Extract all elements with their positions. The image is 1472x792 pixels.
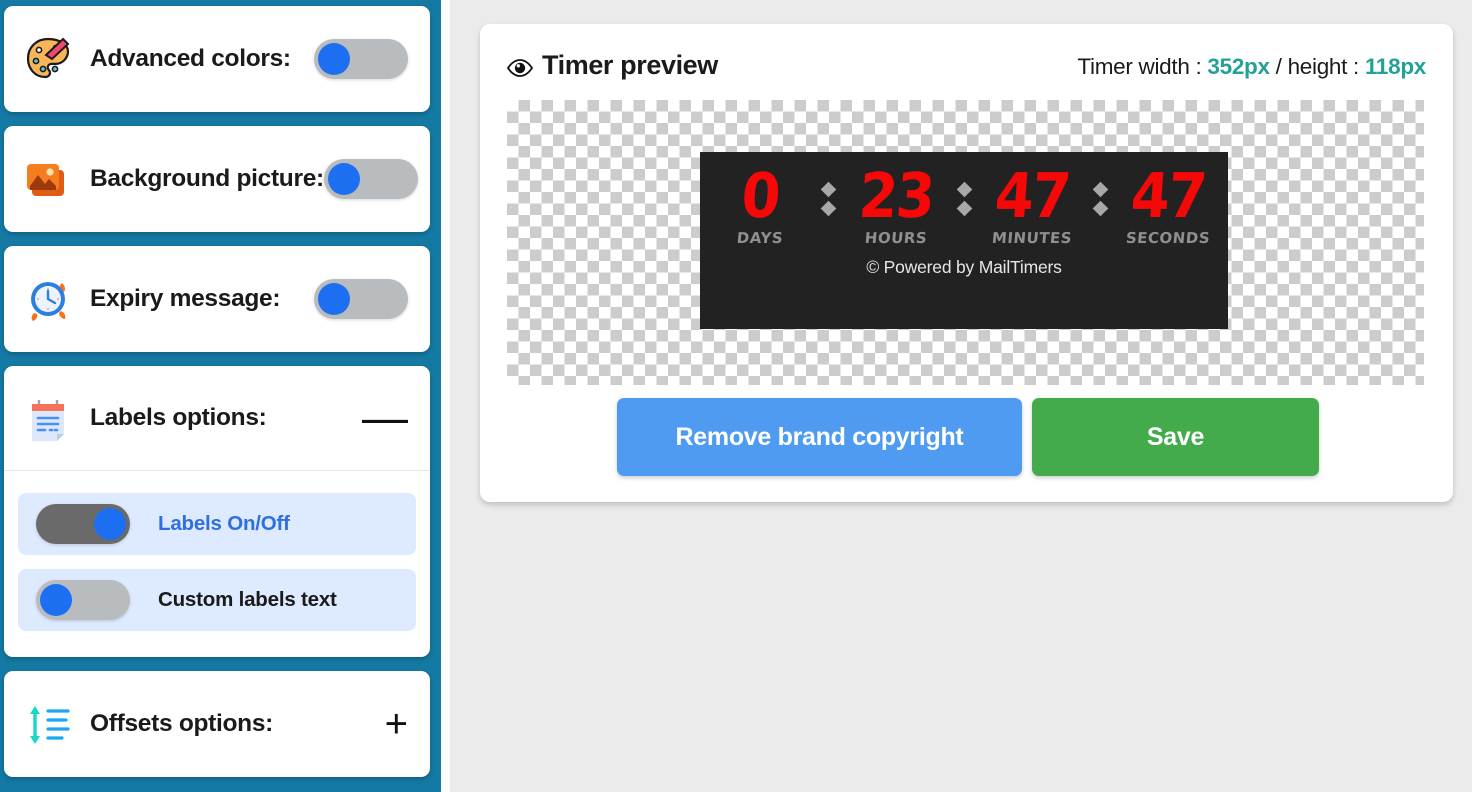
separator-icon xyxy=(813,168,843,217)
action-buttons: Remove brand copyright Save xyxy=(617,398,1319,476)
panel-title: Background picture: xyxy=(90,165,324,192)
panel-header[interactable]: Labels options: — xyxy=(4,366,430,470)
days-label: DAYS xyxy=(736,229,784,248)
remove-brand-copyright-button[interactable]: Remove brand copyright xyxy=(617,398,1022,476)
row-custom-labels-text[interactable]: Custom labels text xyxy=(18,569,416,631)
hours-label: HOURS xyxy=(864,229,928,248)
timer-unit-minutes: 47 MINUTES xyxy=(979,160,1085,248)
countdown-timer: 0 DAYS 23 HOURS 47 MINUTES 47 SECONDS © … xyxy=(700,152,1228,329)
images-icon xyxy=(22,153,74,205)
transparency-stage: 0 DAYS 23 HOURS 47 MINUTES 47 SECONDS © … xyxy=(507,100,1424,385)
timer-width-value: 352px xyxy=(1207,54,1270,79)
toggle-knob xyxy=(40,584,72,616)
app-root: Advanced colors: Background picture: Exp… xyxy=(0,0,1472,792)
row-label: Custom labels text xyxy=(158,588,337,611)
collapse-labels-options-button[interactable]: — xyxy=(362,394,408,441)
sidebar: Advanced colors: Background picture: Exp… xyxy=(0,0,441,792)
toggle-knob xyxy=(94,508,126,540)
offsets-icon xyxy=(22,698,74,750)
toggle-custom-labels-text[interactable] xyxy=(36,580,130,620)
toggle-background-picture[interactable] xyxy=(323,159,418,199)
panel-title: Labels options: xyxy=(90,404,267,431)
panel-title: Offsets options: xyxy=(90,710,274,737)
seconds-label: SECONDS xyxy=(1125,229,1211,248)
timer-digits-row: 0 DAYS 23 HOURS 47 MINUTES 47 SECONDS xyxy=(700,152,1228,247)
eye-icon xyxy=(506,59,534,77)
main-content: Timer preview Timer width : 352px / heig… xyxy=(450,0,1472,792)
minutes-value: 47 xyxy=(992,160,1072,233)
panel-offsets-options[interactable]: Offsets options: + xyxy=(4,671,430,777)
hours-value: 23 xyxy=(856,160,936,233)
preview-header: Timer preview Timer width : 352px / heig… xyxy=(506,50,1426,96)
minutes-label: MINUTES xyxy=(991,229,1073,248)
toggle-expiry-message[interactable] xyxy=(314,279,408,319)
timer-height-value: 118px xyxy=(1364,54,1426,79)
row-label: Labels On/Off xyxy=(158,512,290,535)
panel-title: Expiry message: xyxy=(90,285,281,312)
toggle-knob xyxy=(318,283,350,315)
panel-header[interactable]: Background picture: xyxy=(4,126,430,232)
panel-header[interactable]: Expiry message: xyxy=(4,246,430,352)
panel-header[interactable]: Offsets options: + xyxy=(4,671,430,777)
panel-advanced-colors[interactable]: Advanced colors: xyxy=(4,6,430,112)
panel-title: Advanced colors: xyxy=(90,45,291,72)
dims-prefix: Timer width : xyxy=(1077,54,1208,79)
timer-unit-seconds: 47 SECONDS xyxy=(1115,160,1221,248)
palette-icon xyxy=(22,33,74,85)
alarm-clock-icon xyxy=(22,273,74,325)
toggle-knob xyxy=(318,43,350,75)
panel-background-picture[interactable]: Background picture: xyxy=(4,126,430,232)
panel-header[interactable]: Advanced colors: xyxy=(4,6,430,112)
timer-unit-hours: 23 HOURS xyxy=(843,160,949,248)
save-button[interactable]: Save xyxy=(1032,398,1319,476)
separator-icon xyxy=(949,168,979,217)
dims-middle: / height : xyxy=(1269,54,1365,79)
panel-labels-options[interactable]: Labels options: — Labels On/Off Custom l… xyxy=(4,366,430,657)
panel-body-labels-options: Labels On/Off Custom labels text xyxy=(4,470,430,657)
timer-dimensions: Timer width : 352px / height : 118px xyxy=(1077,54,1426,80)
toggle-labels-on-off[interactable] xyxy=(36,504,130,544)
timer-preview-card: Timer preview Timer width : 352px / heig… xyxy=(480,24,1453,502)
row-labels-on-off[interactable]: Labels On/Off xyxy=(18,493,416,555)
toggle-advanced-colors[interactable] xyxy=(314,39,408,79)
days-value: 0 xyxy=(739,160,781,233)
timer-unit-days: 0 DAYS xyxy=(707,160,813,248)
expand-offsets-options-button[interactable]: + xyxy=(385,704,408,744)
brand-copyright-text: © Powered by MailTimers xyxy=(866,257,1062,278)
page-title: Timer preview xyxy=(542,50,718,80)
panel-expiry-message[interactable]: Expiry message: xyxy=(4,246,430,352)
separator-icon xyxy=(1085,168,1115,217)
toggle-knob xyxy=(327,163,360,195)
sidebar-edge-strip xyxy=(441,0,450,792)
seconds-value: 47 xyxy=(1128,160,1208,233)
calendar-note-icon xyxy=(22,392,74,444)
